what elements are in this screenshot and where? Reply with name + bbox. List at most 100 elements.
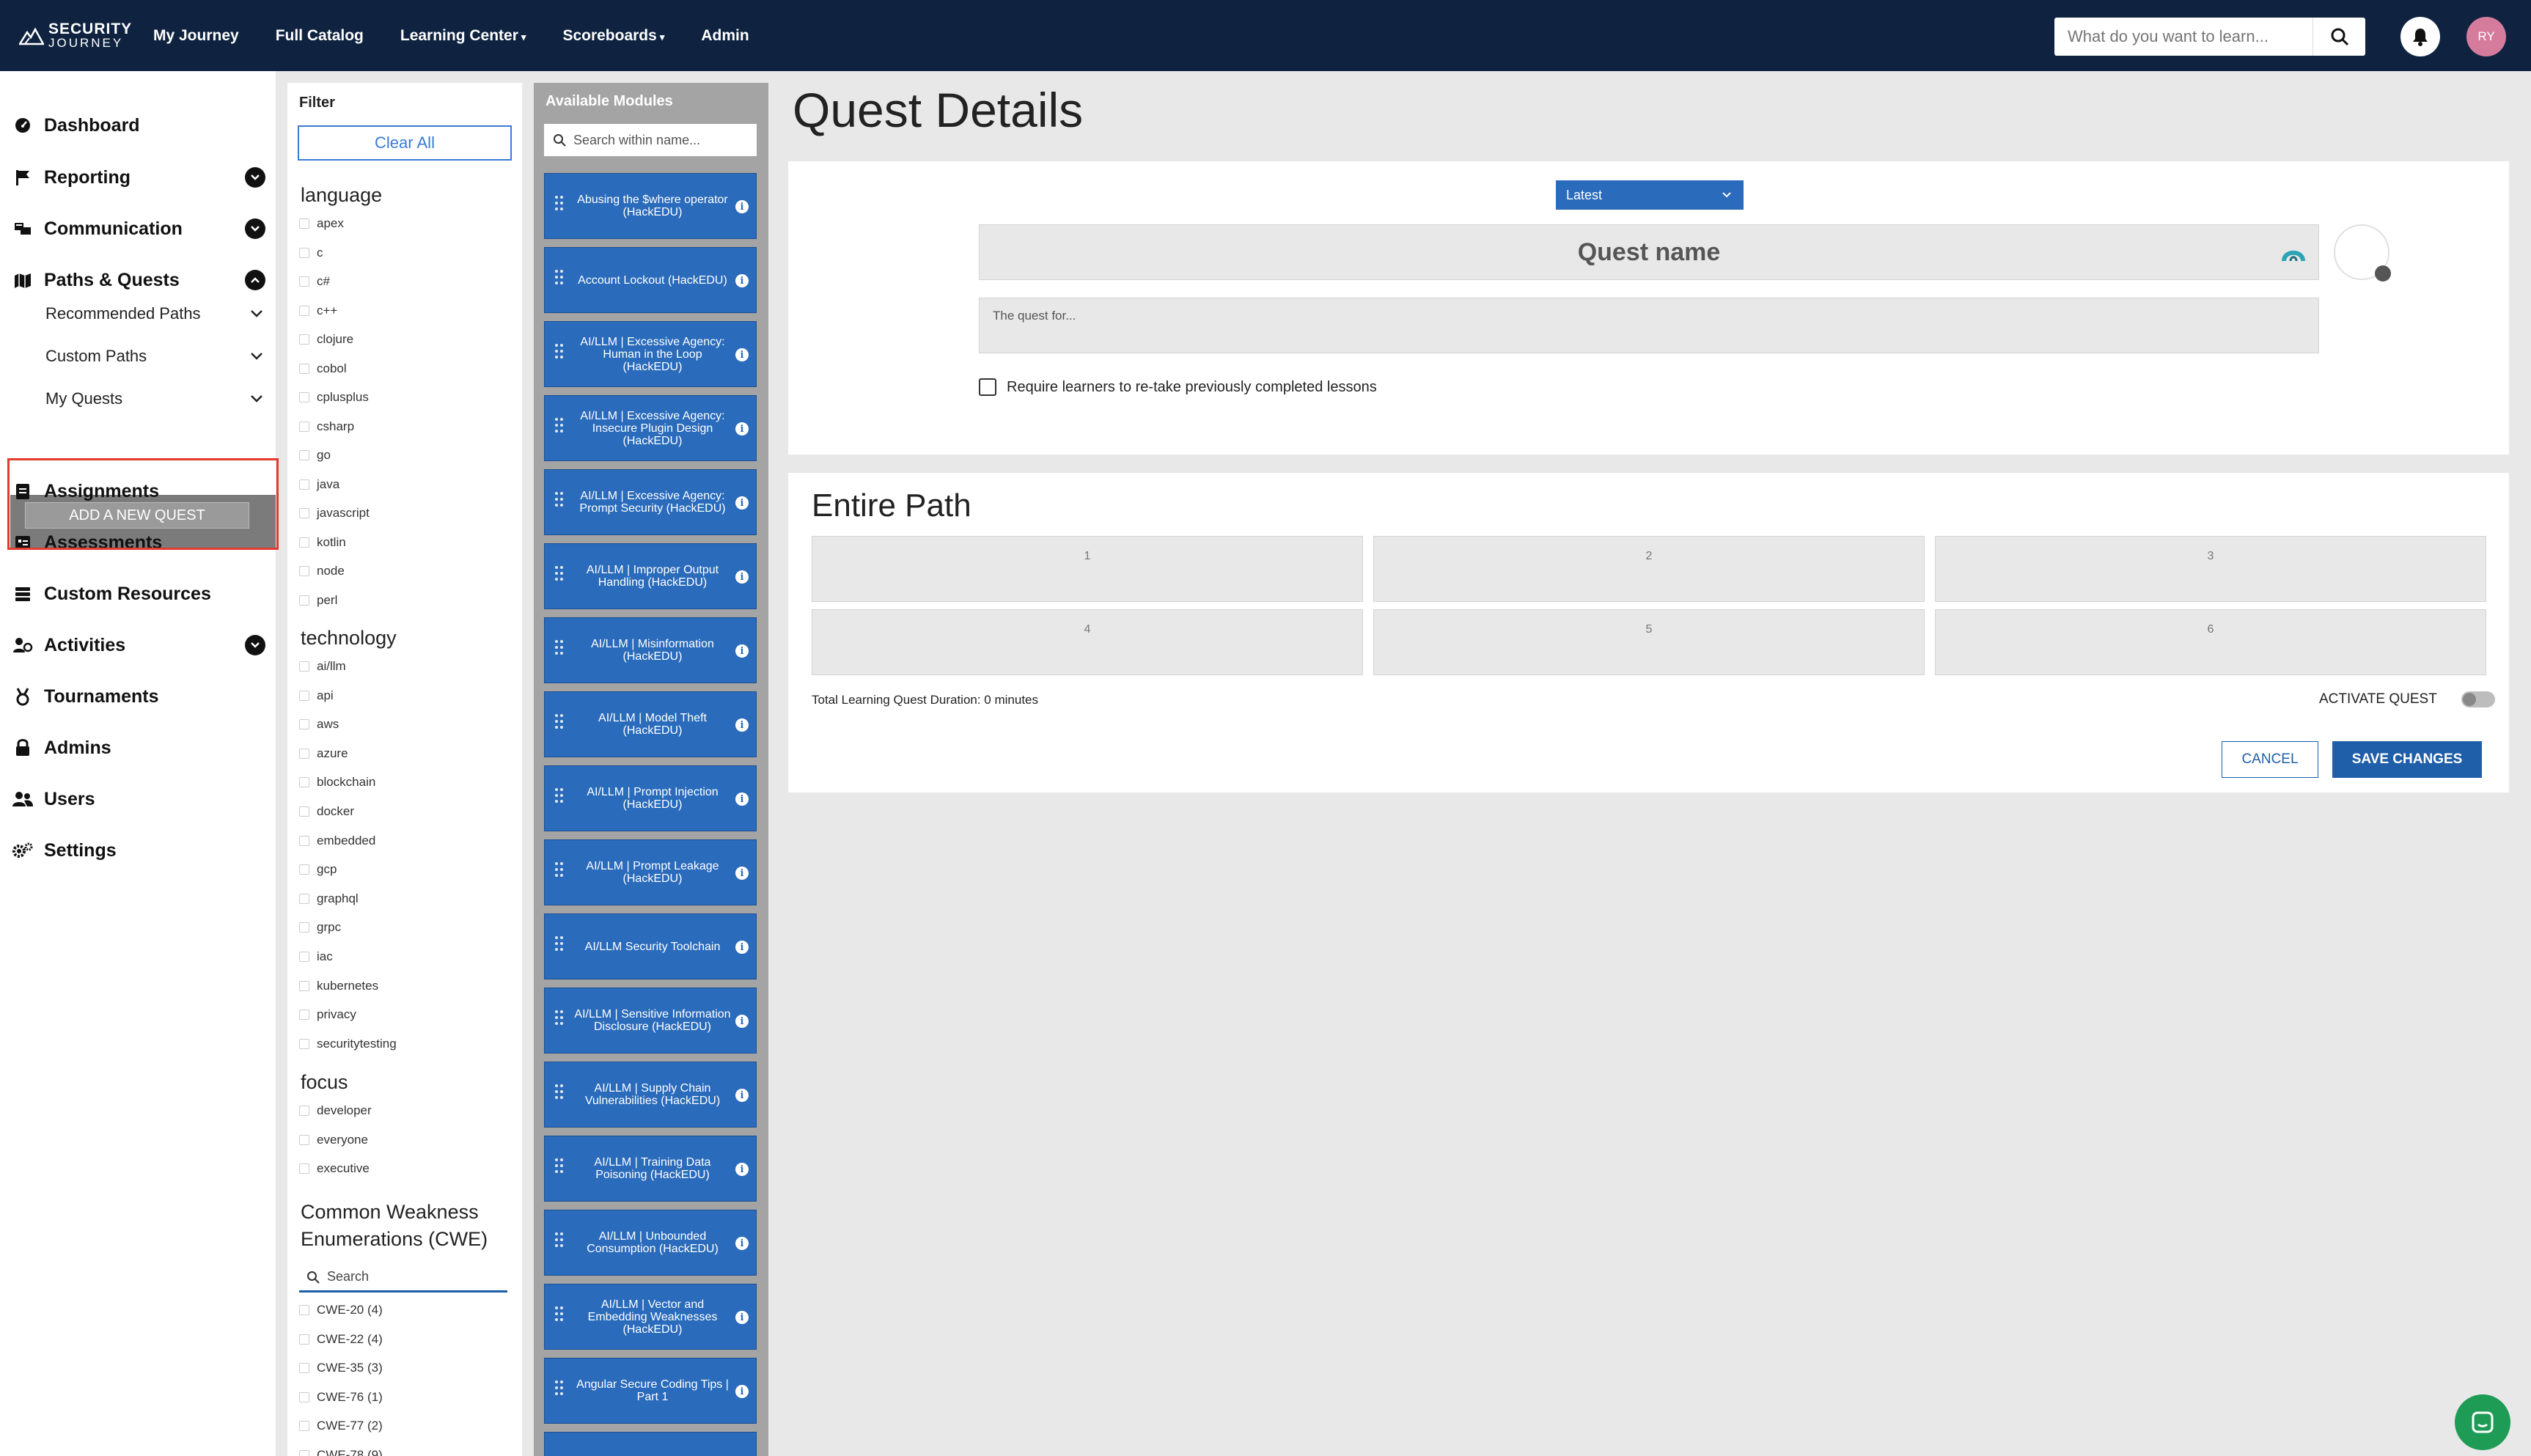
nav-learning-center[interactable]: Learning Center ▾ (400, 27, 526, 45)
filter-checkbox[interactable] (299, 864, 309, 875)
filter-option-cwe[interactable]: CWE-20 (4) (299, 1303, 383, 1317)
filter-option-language[interactable]: javascript (299, 506, 370, 521)
filter-checkbox[interactable] (299, 392, 309, 402)
filter-checkbox[interactable] (299, 661, 309, 672)
filter-option-language[interactable]: go (299, 448, 331, 463)
info-icon[interactable]: i (735, 274, 749, 287)
module-card[interactable]: AI/LLM | Excessive Agency: Human in the … (544, 321, 757, 387)
filter-option-technology[interactable]: embedded (299, 834, 375, 848)
quest-name-input[interactable]: Quest name (979, 224, 2319, 280)
filter-checkbox[interactable] (299, 1363, 309, 1373)
info-icon[interactable]: i (735, 1163, 749, 1176)
drag-handle-icon[interactable] (555, 1306, 565, 1328)
filter-checkbox[interactable] (299, 806, 309, 817)
filter-checkbox[interactable] (299, 1305, 309, 1315)
filter-checkbox[interactable] (299, 421, 309, 432)
filter-option-language[interactable]: node (299, 564, 345, 578)
drag-handle-icon[interactable] (555, 862, 565, 884)
filter-option-technology[interactable]: blockchain (299, 775, 375, 790)
filter-checkbox[interactable] (299, 363, 309, 374)
filter-option-technology[interactable]: grpc (299, 920, 341, 935)
drag-handle-icon[interactable] (555, 1158, 565, 1180)
filter-checkbox[interactable] (299, 334, 309, 345)
module-card[interactable]: AI/LLM | Prompt Leakage (HackEDU) i (544, 839, 757, 905)
module-card[interactable]: Account Lockout (HackEDU) i (544, 247, 757, 313)
cancel-button[interactable]: CANCEL (2222, 741, 2318, 778)
filter-option-language[interactable]: java (299, 477, 339, 492)
sidebar-subitem-recommended-paths[interactable]: Recommended Paths (45, 301, 265, 327)
save-changes-button[interactable]: SAVE CHANGES (2332, 741, 2482, 778)
filter-option-cwe[interactable]: CWE-78 (9) (299, 1448, 383, 1456)
sidebar-item-dashboard[interactable]: Dashboard (12, 111, 265, 140)
module-card[interactable]: AI/LLM | Excessive Agency: Prompt Securi… (544, 469, 757, 535)
info-icon[interactable]: i (735, 718, 749, 732)
filter-option-cwe[interactable]: CWE-76 (1) (299, 1390, 383, 1405)
filter-option-language[interactable]: c# (299, 274, 330, 289)
filter-option-technology[interactable]: docker (299, 804, 354, 819)
info-icon[interactable]: i (735, 496, 749, 510)
nav-my-journey[interactable]: My Journey (153, 27, 239, 45)
filter-checkbox[interactable] (299, 537, 309, 548)
drag-handle-icon[interactable] (555, 640, 565, 662)
module-card[interactable]: AI/LLM | Vector and Embedding Weaknesses… (544, 1284, 757, 1350)
sidebar-subitem-my-quests[interactable]: My Quests (45, 386, 265, 412)
sidebar-item-reporting[interactable]: Reporting (12, 163, 265, 192)
drag-handle-icon[interactable] (555, 1010, 565, 1032)
nav-admin[interactable]: Admin (701, 27, 749, 45)
password-manager-icon[interactable] (2282, 243, 2305, 263)
info-icon[interactable]: i (735, 793, 749, 806)
path-slot[interactable]: 2 (1373, 536, 1925, 602)
info-icon[interactable]: i (735, 570, 749, 584)
filter-checkbox[interactable] (299, 748, 309, 759)
drag-handle-icon[interactable] (555, 344, 565, 366)
filter-option-focus[interactable]: developer (299, 1103, 372, 1118)
chevron-down-circle-icon[interactable] (245, 218, 265, 239)
filter-checkbox[interactable] (299, 479, 309, 490)
filter-option-language[interactable]: cplusplus (299, 390, 369, 405)
drag-handle-icon[interactable] (555, 270, 565, 292)
filter-checkbox[interactable] (299, 835, 309, 846)
module-card[interactable]: AI/LLM | Excessive Agency: Insecure Plug… (544, 395, 757, 461)
filter-option-technology[interactable]: kubernetes (299, 979, 378, 993)
filter-option-technology[interactable]: graphql (299, 891, 359, 906)
filter-checkbox[interactable] (299, 595, 309, 606)
filter-checkbox[interactable] (299, 1106, 309, 1116)
filter-checkbox[interactable] (299, 305, 309, 316)
drag-handle-icon[interactable] (555, 1084, 565, 1106)
filter-checkbox[interactable] (299, 1134, 309, 1145)
module-card[interactable]: AI/LLM | Model Theft (HackEDU) i (544, 691, 757, 757)
filter-checkbox[interactable] (299, 980, 309, 991)
notifications-button[interactable] (2400, 17, 2440, 56)
info-icon[interactable]: i (735, 644, 749, 658)
drag-handle-icon[interactable] (555, 788, 565, 810)
sidebar-item-tournaments[interactable]: Tournaments (12, 682, 265, 711)
filter-checkbox[interactable] (299, 450, 309, 460)
filter-checkbox[interactable] (299, 247, 309, 258)
sidebar-item-settings[interactable]: Settings (12, 836, 265, 865)
filter-option-language[interactable]: kotlin (299, 535, 346, 550)
global-search-input[interactable] (2054, 18, 2311, 55)
drag-handle-icon[interactable] (555, 566, 565, 588)
drag-handle-icon[interactable] (555, 714, 565, 736)
edit-image-icon[interactable] (2375, 265, 2391, 282)
chevron-down-circle-icon[interactable] (245, 635, 265, 655)
module-card[interactable]: AI/LLM | Supply Chain Vulnerabilities (H… (544, 1062, 757, 1128)
chat-launcher-button[interactable] (2455, 1394, 2510, 1450)
retake-lessons-option[interactable]: Require learners to re-take previously c… (979, 378, 1377, 396)
sidebar-item-activities[interactable]: Activities (12, 630, 265, 660)
filter-checkbox[interactable] (299, 566, 309, 576)
filter-option-technology[interactable]: ai/llm (299, 659, 346, 674)
drag-handle-icon[interactable] (555, 1380, 565, 1402)
sidebar-item-admins[interactable]: Admins (12, 733, 265, 762)
filter-option-cwe[interactable]: CWE-77 (2) (299, 1419, 383, 1433)
activate-quest-toggle[interactable] (2461, 691, 2495, 707)
filter-option-technology[interactable]: privacy (299, 1007, 356, 1022)
filter-option-language[interactable]: perl (299, 593, 337, 608)
module-card[interactable]: Abusing the $where operator (HackEDU) i (544, 173, 757, 239)
info-icon[interactable]: i (735, 1089, 749, 1102)
filter-checkbox[interactable] (299, 777, 309, 788)
filter-option-cwe[interactable]: CWE-35 (3) (299, 1361, 383, 1375)
module-card[interactable]: AI/LLM | Prompt Injection (HackEDU) i (544, 765, 757, 831)
filter-checkbox[interactable] (299, 1421, 309, 1431)
info-icon[interactable]: i (735, 1237, 749, 1250)
